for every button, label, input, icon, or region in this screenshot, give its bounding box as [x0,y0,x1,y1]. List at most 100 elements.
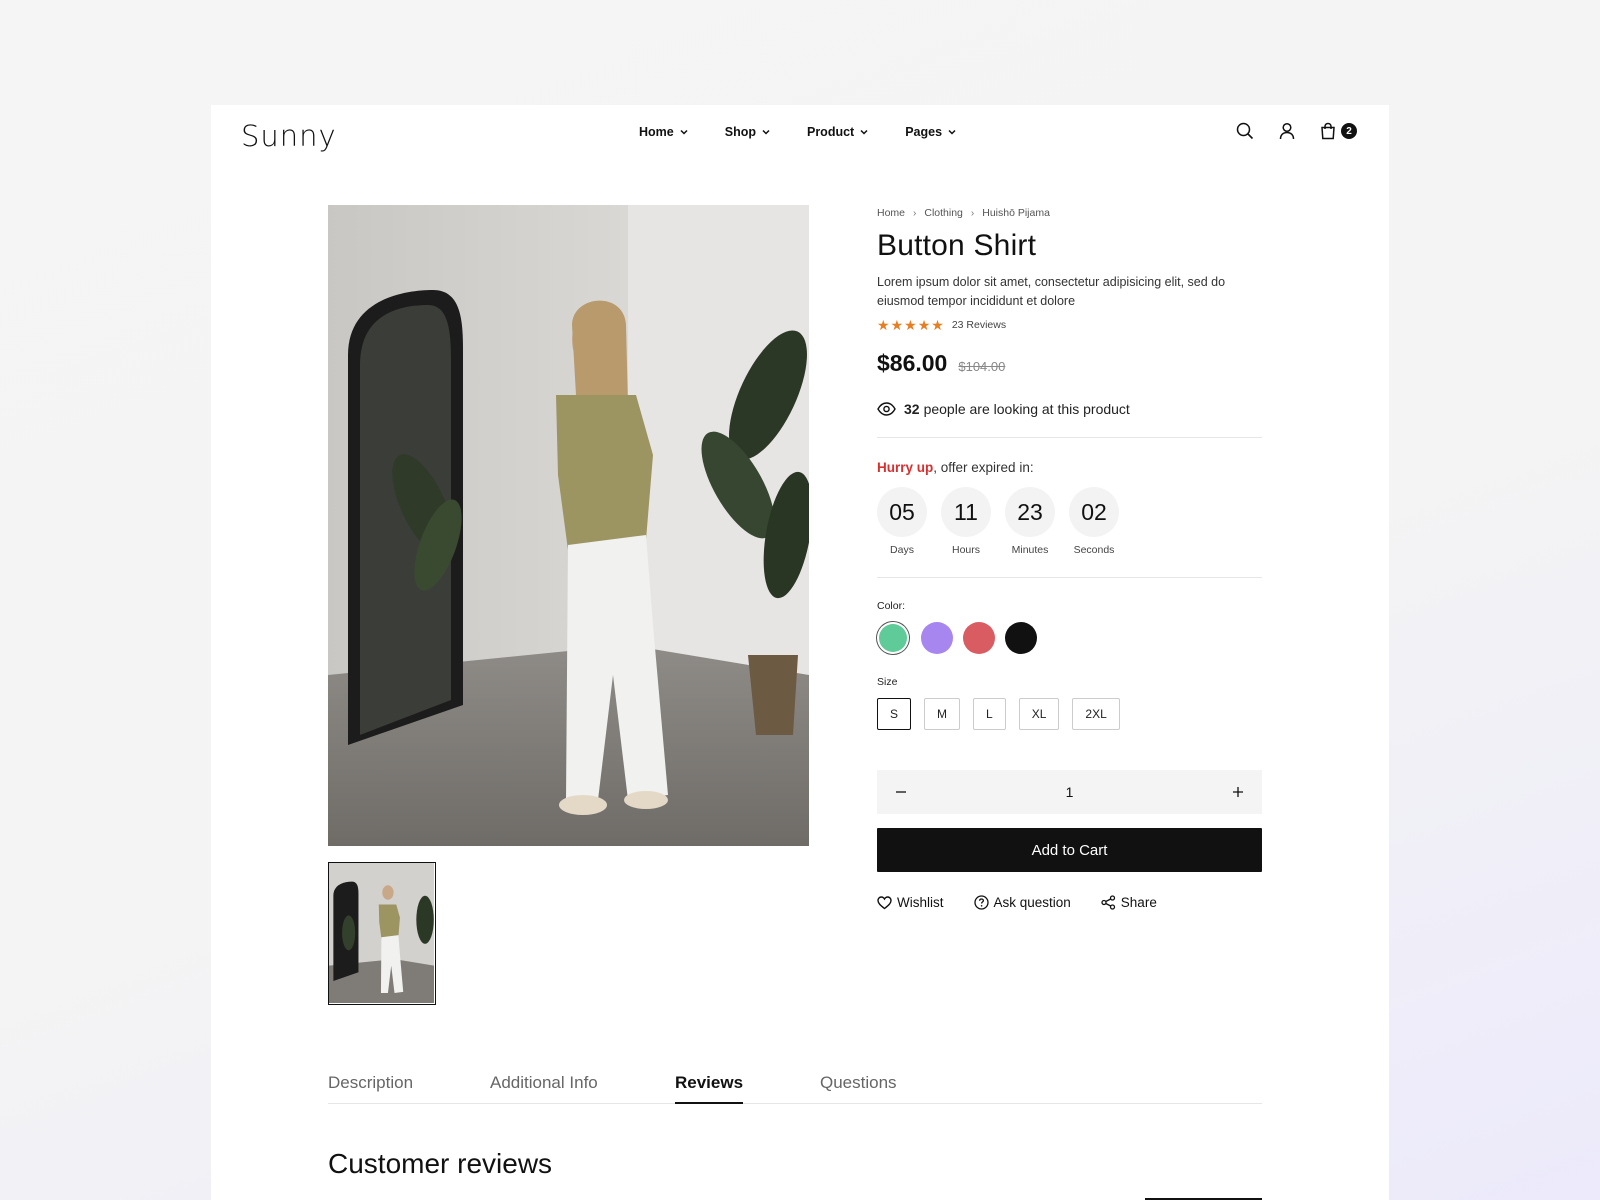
eye-icon [877,402,896,416]
nav-item-home[interactable]: Home [639,125,689,139]
viewers-text: people are looking at this product [923,401,1130,417]
product-thumbnail[interactable] [328,862,436,1005]
product-actions: Wishlist Ask question Share [877,895,1262,910]
countdown-label: Seconds [1073,544,1115,556]
breadcrumb-current: Huishō Pijama [982,207,1050,219]
countdown-value: 05 [877,487,927,537]
current-price: $86.00 [877,350,948,376]
cart-count-badge: 2 [1341,123,1357,139]
countdown-value: 11 [941,487,991,537]
size-label: Size [877,676,898,688]
countdown-timer: 05 Days 11 Hours 23 Minutes 02 Seconds [877,487,1262,556]
product-rating: ★ ★ ★ ★ ★ 23 Reviews [877,317,1262,333]
viewers-count: 32 [904,401,920,417]
divider [877,437,1262,438]
nav-item-label: Home [639,125,674,139]
product-page: Sunny Home Shop Product Pages 2 Home › C… [211,105,1389,1200]
size-options: S M L XL 2XL [877,698,1262,730]
share-button[interactable]: Share [1101,895,1157,910]
thumbnail-photo [329,863,434,1003]
color-swatch-red[interactable] [963,622,995,654]
tab-description[interactable]: Description [328,1073,413,1104]
minus-icon[interactable] [893,784,909,800]
nav-item-shop[interactable]: Shop [725,125,771,139]
countdown-days: 05 Days [877,487,927,556]
main-nav: Home Shop Product Pages [639,125,957,139]
chevron-right-icon: › [913,207,917,219]
product-tabs: Description Additional Info Reviews Ques… [328,1073,1262,1104]
color-swatch-black[interactable] [1005,622,1037,654]
size-option-l[interactable]: L [973,698,1006,730]
countdown-label: Days [890,544,914,556]
tab-additional-info[interactable]: Additional Info [490,1073,598,1104]
breadcrumb-clothing[interactable]: Clothing [924,207,963,219]
chevron-down-icon [860,129,868,135]
product-title: Button Shirt [877,229,1037,262]
chevron-right-icon: › [970,207,975,219]
countdown-label: Hours [951,544,980,556]
quantity-stepper: 1 [877,770,1262,814]
original-price: $104.00 [958,359,1006,374]
color-label: Color: [877,600,906,612]
header-actions: 2 [1235,121,1359,141]
hurry-label: Hurry up [877,460,934,475]
product-description: Lorem ipsum dolor sit amet, consectetur … [877,275,1226,308]
chevron-down-icon [948,129,956,135]
star-icon: ★ [877,317,890,333]
star-icon: ★ [917,317,931,333]
countdown-value: 23 [1005,487,1055,537]
rating-stars: ★ ★ ★ ★ ★ [877,318,944,332]
wishlist-label: Wishlist [897,895,944,910]
nav-item-label: Shop [724,125,756,139]
heart-icon [877,895,892,909]
countdown-label: Minutes [1011,544,1049,556]
search-icon[interactable] [1235,121,1255,141]
ask-question-label: Ask question [993,895,1071,910]
live-viewers: 32 people are looking at this product [877,401,1262,417]
tab-reviews[interactable]: Reviews [675,1073,744,1104]
product-info: Home › Clothing › Huishō Pijama Button S… [877,205,1262,910]
chevron-down-icon [762,129,770,135]
breadcrumb-home[interactable]: Home [877,207,905,219]
plus-icon[interactable] [1230,784,1246,800]
ask-question-button[interactable]: Ask question [973,895,1071,910]
divider [877,577,1262,578]
offer-rest: , offer expired in: [933,460,1034,475]
star-icon: ★ [931,317,944,333]
quantity-value[interactable]: 1 [1066,784,1074,800]
share-icon [1101,895,1115,910]
nav-item-label: Pages [905,125,943,139]
nav-item-pages[interactable]: Pages [905,125,957,139]
share-label: Share [1120,895,1157,910]
color-swatch-green[interactable] [879,624,907,652]
offer-text: Hurry up, offer expired in: [877,460,1262,475]
nav-item-product[interactable]: Product [807,125,869,139]
breadcrumb: Home › Clothing › Huishō Pijama [877,206,1262,220]
color-swatch-purple[interactable] [921,622,953,654]
size-option-s[interactable]: S [877,698,912,730]
wishlist-button[interactable]: Wishlist [877,895,944,910]
reviews-count-link[interactable]: 23 Reviews [952,319,1006,331]
chevron-down-icon [680,129,688,135]
tab-questions[interactable]: Questions [820,1073,897,1104]
shopping-bag-icon[interactable]: 2 [1319,121,1359,141]
question-circle-icon [973,895,989,910]
countdown-value: 02 [1069,487,1119,537]
product-main-image[interactable] [328,205,809,846]
size-option-m[interactable]: M [924,698,961,730]
countdown-hours: 11 Hours [941,487,991,556]
countdown-minutes: 23 Minutes [1005,487,1055,556]
add-to-cart-button[interactable]: Add to Cart [877,828,1262,872]
price-row: $86.00 $104.00 [877,350,1262,377]
size-option-xl[interactable]: XL [1018,698,1060,730]
star-icon: ★ [890,317,904,333]
nav-item-label: Product [806,125,855,139]
product-photo [328,205,809,846]
size-option-2xl[interactable]: 2XL [1072,698,1120,730]
star-icon: ★ [904,317,917,333]
user-icon[interactable] [1277,121,1297,141]
color-options [877,622,1262,654]
brand-logo[interactable]: Sunny [241,119,337,153]
countdown-seconds: 02 Seconds [1069,487,1119,556]
customer-reviews-title: Customer reviews [328,1148,553,1179]
